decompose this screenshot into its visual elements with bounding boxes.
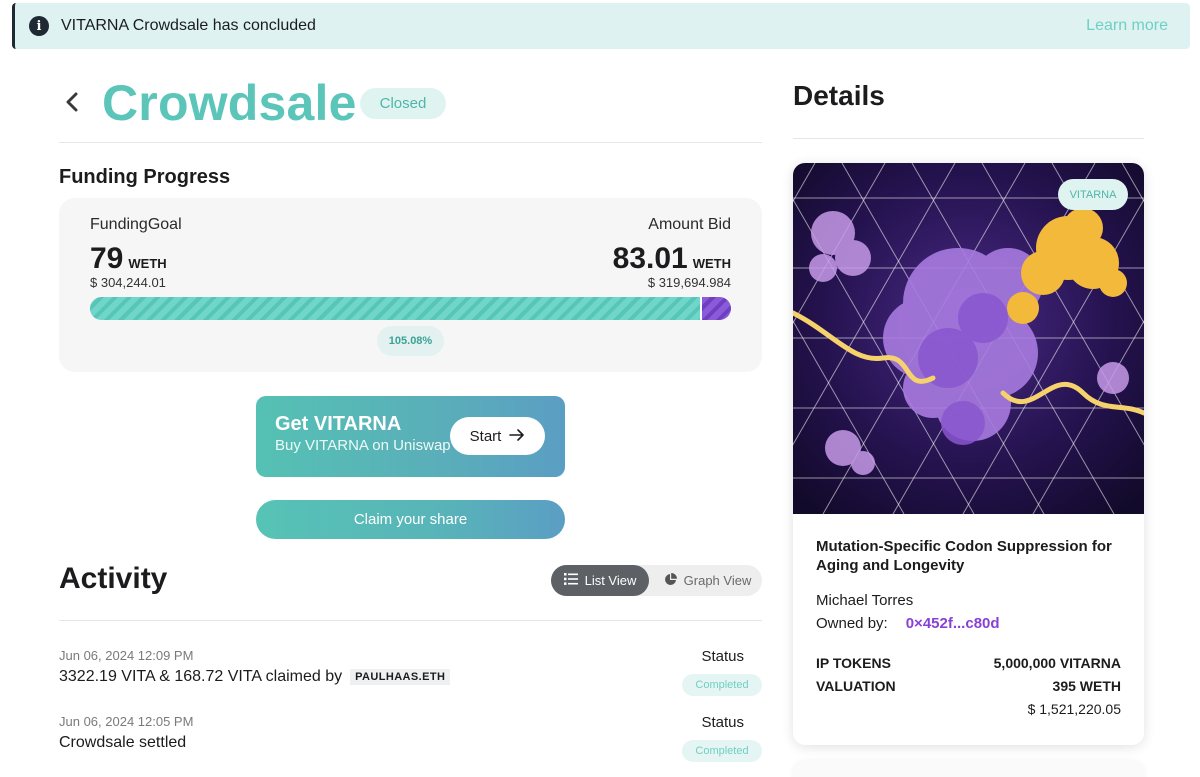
funding-goal-value: 79 WETH xyxy=(90,242,167,276)
funding-card: FundingGoal Amount Bid 79 WETH 83.01 WET… xyxy=(59,198,762,372)
status-label: Status xyxy=(701,714,744,731)
list-icon xyxy=(563,573,578,588)
activity-date: Jun 06, 2024 12:05 PM xyxy=(59,714,194,729)
activity-row: Jun 06, 2024 12:09 PM 3322.19 VITA & 168… xyxy=(59,648,762,708)
get-token-title: Get VITARNA xyxy=(275,413,402,435)
pie-chart-icon xyxy=(664,572,677,589)
ip-tokens-row: IP TOKENS 5,000,000 VITARNA xyxy=(816,655,1121,671)
progress-percent-badge: 105.08% xyxy=(377,326,444,356)
owner-row: Owned by: 0×452f...c80d xyxy=(816,615,1000,632)
divider xyxy=(59,142,762,143)
ip-tokens-label: IP TOKENS xyxy=(816,655,891,671)
project-card[interactable]: VITARNA Mutation-Specific Codon Suppress… xyxy=(793,163,1144,745)
goal-amount: 79 xyxy=(90,242,124,275)
start-button[interactable]: Start xyxy=(450,417,545,455)
activity-text: Crowdsale settled xyxy=(59,734,187,751)
details-heading: Details xyxy=(793,80,885,111)
activity-date: Jun 06, 2024 12:09 PM xyxy=(59,648,194,663)
info-icon: i xyxy=(29,16,49,36)
get-token-subtitle: Buy VITARNA on Uniswap xyxy=(275,437,451,454)
claim-share-button[interactable]: Claim your share xyxy=(256,500,565,539)
start-button-label: Start xyxy=(469,427,502,445)
announcement-banner: i VITARNA Crowdsale has concluded Learn … xyxy=(12,3,1190,49)
token-badge: VITARNA xyxy=(1058,179,1128,210)
funding-progress-heading: Funding Progress xyxy=(59,166,231,188)
activity-description: Crowdsale settled xyxy=(59,734,186,752)
goal-unit: WETH xyxy=(128,256,167,271)
amount-bid-value: 83.01 WETH xyxy=(613,242,731,276)
valuation-label: VALUATION xyxy=(816,678,896,694)
divider xyxy=(793,138,1144,139)
graph-view-label: Graph View xyxy=(683,573,752,588)
activity-text: 3322.19 VITA & 168.72 VITA claimed by xyxy=(59,668,343,685)
activity-row: Jun 06, 2024 12:05 PM Crowdsale settled … xyxy=(59,714,762,774)
learn-more-link[interactable]: Learn more xyxy=(1086,17,1168,35)
activity-heading: Activity xyxy=(59,562,168,595)
activity-description: 3322.19 VITA & 168.72 VITA claimed by PA… xyxy=(59,668,451,686)
ip-tokens-value: 5,000,000 VITARNA xyxy=(993,655,1121,671)
owner-address-link[interactable]: 0×452f...c80d xyxy=(906,615,1000,632)
view-toggle: List View Graph View xyxy=(551,565,762,596)
amount-bid-label: Amount Bid xyxy=(648,216,731,233)
next-card-peek xyxy=(793,760,1144,777)
chevron-left-icon[interactable] xyxy=(60,90,84,114)
arrow-right-icon xyxy=(509,428,525,445)
bid-usd: $ 319,694.984 xyxy=(647,275,731,290)
project-title: Mutation-Specific Codon Suppression for … xyxy=(816,538,1112,574)
progress-overfunded xyxy=(700,297,731,320)
status-badge: Completed xyxy=(682,674,762,696)
get-token-card: Get VITARNA Buy VITARNA on Uniswap Start xyxy=(256,396,565,477)
address-badge[interactable]: PAULHAAS.ETH xyxy=(350,669,451,685)
banner-message: VITARNA Crowdsale has concluded xyxy=(61,17,316,34)
divider xyxy=(59,620,762,621)
list-view-button[interactable]: List View xyxy=(551,565,649,596)
status-badge: Completed xyxy=(682,740,762,762)
page-title: Crowdsale xyxy=(102,75,357,131)
owner-label: Owned by: xyxy=(816,615,888,632)
bid-amount: 83.01 xyxy=(612,242,688,275)
graph-view-button[interactable]: Graph View xyxy=(653,565,762,596)
status-label: Status xyxy=(701,648,744,665)
valuation-row: VALUATION 395 WETH xyxy=(816,678,1121,694)
list-view-label: List View xyxy=(584,573,637,588)
progress-fill xyxy=(90,297,701,320)
bid-unit: WETH xyxy=(692,256,731,271)
valuation-value: 395 WETH xyxy=(1052,678,1121,694)
goal-usd: $ 304,244.01 xyxy=(90,275,166,290)
project-author: Michael Torres xyxy=(816,592,914,609)
status-badge: Closed xyxy=(360,88,446,119)
funding-progress-bar xyxy=(90,297,731,320)
project-image: VITARNA xyxy=(793,163,1144,515)
valuation-usd: $ 1,521,220.05 xyxy=(1027,701,1121,717)
funding-goal-label: FundingGoal xyxy=(90,216,182,233)
